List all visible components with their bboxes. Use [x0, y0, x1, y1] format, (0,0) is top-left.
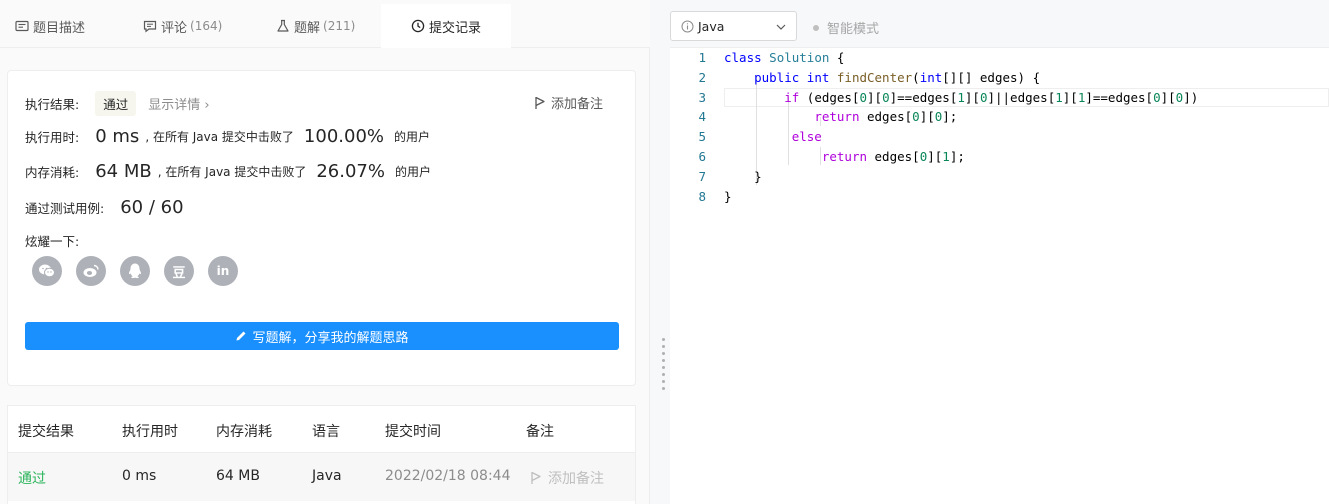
editor-panel: Java 智能模式 1 2 3 4 5 6 7 8 class Solution… [670, 0, 1329, 504]
status-badge: 通过 [95, 91, 137, 116]
row-add-note-button[interactable]: 添加备注 [530, 468, 604, 488]
table-row[interactable]: 通过 0 ms 64 MB Java 2022/02/18 08:44 添加备注 [8, 453, 635, 501]
tab-submissions-label: 提交记录 [428, 20, 481, 36]
row-language: Java [312, 468, 342, 484]
line-number: 8 [698, 189, 706, 204]
share-row: 炫耀一下: [25, 231, 79, 250]
row-runtime: 0 ms [122, 468, 157, 484]
header-memory: 内存消耗 [216, 424, 272, 440]
douban-glyph: 豆 [172, 265, 186, 281]
description-icon [15, 20, 29, 32]
code-editor[interactable]: 1 2 3 4 5 6 7 8 class Solution { public … [670, 48, 1329, 504]
line-number: 4 [698, 109, 706, 124]
submissions-table: 提交结果 执行用时 内存消耗 语言 提交时间 备注 通过 0 ms 64 MB … [7, 405, 636, 504]
tab-bar: 题目描述 评论 (164) 题解 (211) 提交记录 [0, 0, 650, 48]
runtime-percentile: 100.00% [303, 126, 385, 147]
qq-icon[interactable] [120, 256, 150, 286]
tab-solutions-label: 题解 [294, 20, 321, 36]
smart-mode-toggle[interactable]: 智能模式 [813, 18, 879, 37]
share-icons: 豆 in [32, 256, 238, 286]
code-line: return edges[0][0]; [814, 109, 958, 124]
tab-description-label: 题目描述 [33, 20, 86, 36]
left-panel: 题目描述 评论 (164) 题解 (211) 提交记录 执行结果: 通过 显示详… [0, 0, 650, 504]
header-submitted: 提交时间 [385, 424, 441, 440]
wechat-icon[interactable] [32, 256, 62, 286]
linkedin-glyph: in [216, 264, 230, 278]
add-note-button[interactable]: 添加备注 [534, 93, 603, 112]
testcases-value: 60 / 60 [120, 197, 184, 218]
memory-suffix: 的用户 [394, 165, 431, 179]
line-number: 2 [698, 70, 706, 85]
row-add-note-label: 添加备注 [548, 471, 604, 487]
result-card: 执行结果: 通过 显示详情 › 添加备注 执行用时: 0 ms , 在所有 Ja… [7, 70, 636, 386]
table-header: 提交结果 执行用时 内存消耗 语言 提交时间 备注 [8, 406, 635, 453]
write-solution-button[interactable]: 写题解，分享我的解题思路 [25, 322, 619, 350]
code-line: else [791, 129, 822, 144]
line-number: 7 [698, 169, 706, 184]
code-line: return edges[0][1]; [821, 149, 965, 164]
row-result-link[interactable]: 通过 [18, 468, 46, 488]
flag-icon [531, 471, 541, 484]
line-number: 3 [698, 90, 706, 105]
mode-label: 智能模式 [827, 22, 880, 37]
app-root: 题目描述 评论 (164) 题解 (211) 提交记录 执行结果: 通过 显示详… [0, 0, 1329, 504]
code-line: public int findCenter(int[][] edges) { [754, 70, 1041, 85]
runtime-row: 执行用时: 0 ms , 在所有 Java 提交中击败了 100.00% 的用户 [25, 126, 430, 147]
row-memory: 64 MB [216, 468, 260, 484]
header-result: 提交结果 [18, 424, 74, 440]
testcases-row: 通过测试用例: 60 / 60 [25, 197, 184, 218]
header-runtime: 执行用时 [122, 424, 178, 440]
testcases-label: 通过测试用例: [25, 201, 105, 216]
result-row: 执行结果: 通过 显示详情 › [25, 91, 210, 116]
mode-dot-icon [813, 24, 819, 31]
memory-row: 内存消耗: 64 MB , 在所有 Java 提交中击败了 26.07% 的用户 [25, 161, 431, 182]
write-solution-label: 写题解，分享我的解题思路 [252, 330, 409, 346]
tab-comments-count: (164) [190, 19, 223, 33]
memory-percentile: 26.07% [316, 161, 385, 182]
douban-icon[interactable]: 豆 [164, 256, 194, 286]
info-icon [681, 20, 694, 32]
memory-label: 内存消耗: [25, 165, 80, 180]
clock-icon [411, 19, 425, 33]
flag-icon [535, 96, 545, 109]
code-line: } [724, 189, 732, 204]
tab-description[interactable]: 题目描述 [15, 4, 85, 48]
flask-icon [277, 19, 289, 32]
share-label: 炫耀一下: [25, 234, 80, 249]
tab-solutions[interactable]: 题解 (211) [276, 4, 355, 48]
editor-toolbar: Java 智能模式 [670, 0, 1329, 48]
tab-solutions-count: (211) [323, 19, 356, 33]
result-label: 执行结果: [25, 97, 80, 112]
memory-value: 64 MB [95, 161, 152, 182]
comment-icon [143, 20, 157, 33]
runtime-value: 0 ms [95, 126, 140, 147]
code-line: if (edges[0][0]==edges[1][0]||edges[1][1… [784, 90, 1199, 105]
line-number: 5 [698, 129, 706, 144]
pencil-icon [236, 331, 246, 341]
language-select[interactable]: Java [670, 11, 797, 41]
memory-text: , 在所有 Java 提交中击败了 [157, 165, 307, 179]
tab-comments-label: 评论 [161, 20, 188, 36]
chevron-down-icon [776, 24, 786, 30]
tab-submissions[interactable]: 提交记录 [381, 4, 511, 48]
line-number: 1 [698, 50, 706, 65]
panel-divider[interactable] [652, 0, 670, 504]
header-language: 语言 [312, 424, 340, 440]
resize-handle[interactable] [662, 338, 665, 390]
weibo-icon[interactable] [76, 256, 106, 286]
language-value: Java [698, 18, 725, 34]
show-details-link[interactable]: 显示详情 › [148, 94, 209, 113]
runtime-label: 执行用时: [25, 130, 80, 145]
add-note-label: 添加备注 [551, 97, 604, 112]
header-note: 备注 [526, 424, 554, 440]
row-submitted: 2022/02/18 08:44 [385, 468, 511, 484]
runtime-text: , 在所有 Java 提交中击败了 [145, 130, 294, 144]
code-line: } [724, 169, 762, 184]
tab-comments[interactable]: 评论 (164) [143, 4, 222, 48]
line-number: 6 [698, 149, 706, 164]
linkedin-icon[interactable]: in [208, 256, 238, 286]
code-line: class Solution { [724, 50, 845, 65]
runtime-suffix: 的用户 [394, 130, 431, 144]
